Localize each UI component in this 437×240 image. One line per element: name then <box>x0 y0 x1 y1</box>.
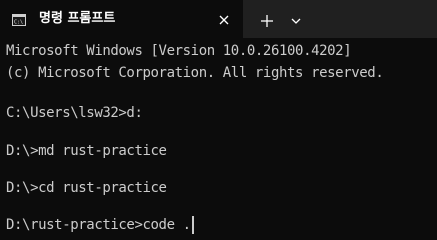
svg-text:C:\: C:\ <box>14 20 23 26</box>
prompt-line[interactable]: D:\rust-practice>code . <box>6 216 194 234</box>
chevron-down-icon[interactable] <box>289 14 303 28</box>
plus-icon[interactable] <box>258 12 276 30</box>
terminal-window: C:\ 명령 프롬프트 Microsoft Windows [Version 1… <box>0 0 437 240</box>
text-cursor <box>191 216 194 234</box>
command-line: D:\>cd rust-practice <box>6 180 167 196</box>
close-icon[interactable] <box>217 13 231 27</box>
tab-title: 명령 프롬프트 <box>39 11 116 26</box>
output-line: Microsoft Windows [Version 10.0.26100.42… <box>6 43 352 59</box>
prompt-text: D:\rust-practice>code . <box>6 217 191 233</box>
title-bar: C:\ 명령 프롬프트 <box>0 0 437 38</box>
command-line: D:\>md rust-practice <box>6 143 167 159</box>
tab-command-prompt[interactable]: C:\ 명령 프롬프트 <box>0 0 243 38</box>
terminal-icon: C:\ <box>12 14 26 26</box>
command-line: C:\Users\lsw32>d: <box>6 105 143 121</box>
terminal-output[interactable]: Microsoft Windows [Version 10.0.26100.42… <box>0 38 437 240</box>
output-line: (c) Microsoft Corporation. All rights re… <box>6 65 384 81</box>
